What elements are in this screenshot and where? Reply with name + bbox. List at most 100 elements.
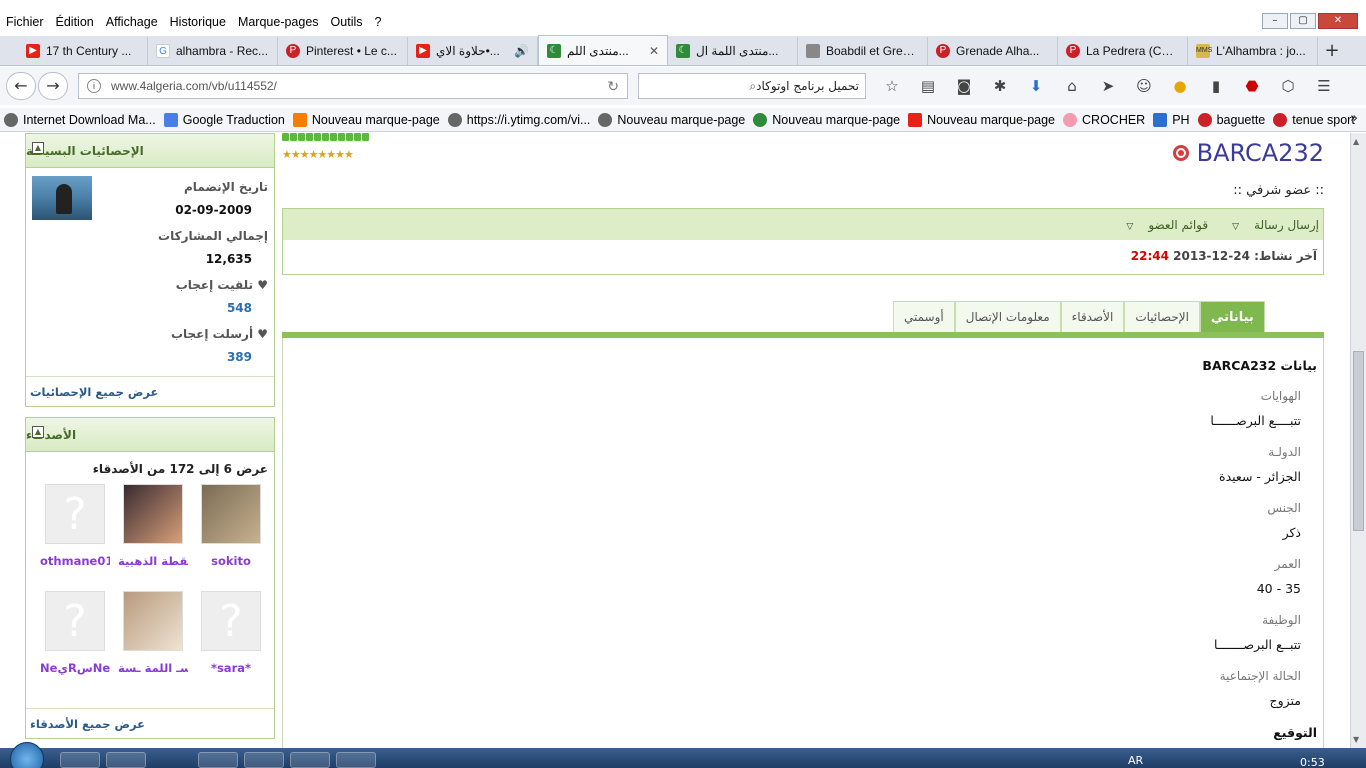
menu-help[interactable]: ? bbox=[375, 15, 382, 29]
placeholder-avatar-icon[interactable]: ? bbox=[45, 484, 105, 544]
scroll-up-icon[interactable]: ▲ bbox=[1353, 137, 1359, 146]
placeholder-avatar-icon[interactable]: ? bbox=[45, 591, 105, 651]
browser-tab[interactable]: MMS L'Alhambra : jo... bbox=[1188, 37, 1318, 65]
globe-icon bbox=[598, 112, 613, 127]
friend-card[interactable]: برنسـ اللمة ـسة bbox=[118, 591, 188, 691]
browser-tab[interactable]: P Pinterest • Le c... bbox=[278, 37, 408, 65]
extension-icon[interactable]: ✱ bbox=[986, 77, 1014, 95]
smiley-icon[interactable]: ☺ bbox=[1130, 77, 1158, 95]
tab-contact-info[interactable]: معلومات الإتصال bbox=[954, 301, 1061, 332]
friend-name[interactable]: *sara* bbox=[196, 661, 266, 691]
back-button[interactable]: ← bbox=[6, 72, 36, 100]
all-friends-link[interactable]: عرض جميع الأصدقاء bbox=[26, 708, 274, 738]
bookmark-item[interactable]: Nouveau marque-page bbox=[598, 112, 745, 127]
friend-avatar[interactable] bbox=[201, 484, 261, 544]
minimize-button[interactable]: – bbox=[1262, 13, 1288, 29]
battery-icon[interactable]: ▮ bbox=[1202, 77, 1230, 95]
color-icon[interactable]: ● bbox=[1166, 77, 1194, 95]
menu-icon[interactable]: ☰ bbox=[1310, 77, 1338, 95]
network-taskbar-icon[interactable] bbox=[198, 752, 238, 768]
reader-icon[interactable]: ▤ bbox=[914, 77, 942, 95]
menu-fichier[interactable]: Fichier bbox=[6, 15, 44, 29]
collapse-icon[interactable]: ▲ bbox=[32, 142, 44, 154]
browser-tab[interactable]: P La Pedrera (Cas... bbox=[1058, 37, 1188, 65]
friend-avatar[interactable] bbox=[123, 591, 183, 651]
bookmark-item[interactable]: CROCHER bbox=[1063, 112, 1145, 127]
mms-icon: MMS bbox=[1196, 44, 1212, 58]
member-lists-menu[interactable]: قوائم العضو▽ bbox=[1114, 218, 1208, 232]
new-tab-button[interactable]: + bbox=[1318, 37, 1346, 65]
close-tab-icon[interactable]: ✕ bbox=[649, 44, 659, 58]
more-bookmarks-icon[interactable]: » bbox=[1350, 111, 1358, 126]
search-icon[interactable]: ⌕ bbox=[749, 79, 756, 94]
browser-tab[interactable]: ☾ منتدى اللمة ال... bbox=[668, 37, 798, 65]
bookmark-item[interactable]: Nouveau marque-page bbox=[292, 112, 440, 127]
page-scrollbar[interactable]: ▲ ▼ bbox=[1350, 133, 1366, 748]
friend-card[interactable]: القطة الذهبية bbox=[118, 484, 188, 584]
tab-statistics[interactable]: الإحصائيات bbox=[1124, 301, 1200, 332]
speaker-icon[interactable]: 🔊 bbox=[514, 44, 529, 58]
adblock-icon[interactable]: ⬣ bbox=[1238, 77, 1266, 95]
start-button[interactable] bbox=[10, 742, 44, 768]
browser-tab[interactable]: Boabdil et Gren... bbox=[798, 37, 928, 65]
search-bar[interactable]: تحميل برنامج اوتوكاد ⌕ bbox=[638, 73, 866, 99]
home-icon[interactable]: ⌂ bbox=[1058, 77, 1086, 95]
menu-historique[interactable]: Historique bbox=[170, 15, 226, 29]
close-window-button[interactable]: ✕ bbox=[1318, 13, 1358, 29]
bookmark-item[interactable]: baguette bbox=[1197, 112, 1265, 127]
friend-name[interactable]: القطة الذهبية bbox=[118, 554, 188, 584]
bookmark-item[interactable]: PH bbox=[1153, 112, 1190, 127]
send-message-menu[interactable]: إرسال رسالة▽ bbox=[1220, 218, 1319, 232]
firefox-taskbar-icon[interactable] bbox=[336, 752, 376, 768]
vlc-taskbar-icon[interactable] bbox=[244, 752, 284, 768]
browser-tab[interactable]: P Grenade Alha... bbox=[928, 37, 1058, 65]
friend-name[interactable]: sokito bbox=[196, 554, 266, 584]
scroll-down-icon[interactable]: ▼ bbox=[1353, 735, 1359, 744]
star-icon[interactable]: ☆ bbox=[878, 77, 906, 95]
reload-icon[interactable]: ↻ bbox=[607, 78, 619, 95]
send-icon[interactable]: ➤ bbox=[1094, 77, 1122, 95]
menu-affichage[interactable]: Affichage bbox=[106, 15, 158, 29]
friend-card[interactable]: ? *sara* bbox=[196, 591, 266, 691]
friend-avatar[interactable] bbox=[123, 484, 183, 544]
friend-card[interactable]: ? othmane01 bbox=[40, 484, 110, 584]
all-stats-link[interactable]: عرض جميع الإحصائيات bbox=[26, 376, 274, 406]
friend-name[interactable]: othmane01 bbox=[40, 554, 110, 584]
menu-outils[interactable]: Outils bbox=[331, 15, 363, 29]
avatar[interactable] bbox=[32, 176, 92, 220]
tab-badges[interactable]: أوسمتي bbox=[893, 301, 955, 332]
friend-card[interactable]: sokito bbox=[196, 484, 266, 584]
browser-tab-active[interactable]: ☾ منتدى اللم... ✕ bbox=[538, 35, 668, 65]
scrollbar-thumb[interactable] bbox=[1353, 351, 1364, 531]
bookmark-item[interactable]: Internet Download Ma... bbox=[4, 112, 156, 127]
explorer-taskbar-icon[interactable] bbox=[60, 752, 100, 768]
bookmark-item[interactable]: Nouveau marque-page bbox=[753, 112, 900, 127]
placeholder-avatar-icon[interactable]: ? bbox=[201, 591, 261, 651]
collapse-icon[interactable]: ▲ bbox=[32, 426, 44, 438]
tab-my-info[interactable]: بياناتي bbox=[1199, 301, 1265, 332]
menu-edition[interactable]: Édition bbox=[56, 15, 94, 29]
maximize-button[interactable]: ▢ bbox=[1290, 13, 1316, 29]
info-icon[interactable]: i bbox=[87, 79, 101, 93]
shield-icon[interactable]: ⬡ bbox=[1274, 77, 1302, 95]
browser-tab[interactable]: ▶ 17 th Century ... bbox=[18, 37, 148, 65]
help-taskbar-icon[interactable] bbox=[106, 752, 146, 768]
forward-button[interactable]: → bbox=[38, 72, 68, 100]
menu-marque-pages[interactable]: Marque-pages bbox=[238, 15, 319, 29]
url-bar[interactable]: i www.4algeria.com/vb/u114552/ ↻ bbox=[78, 73, 628, 99]
clock[interactable]: 0:53 bbox=[1300, 756, 1325, 768]
language-indicator[interactable]: AR bbox=[1128, 754, 1143, 767]
document-taskbar-icon[interactable] bbox=[290, 752, 330, 768]
friend-card[interactable]: ? NeيRسNeي bbox=[40, 591, 110, 691]
friend-name[interactable]: NeيRسNeي bbox=[40, 661, 110, 691]
bookmark-item[interactable]: tenue sport bbox=[1273, 112, 1355, 127]
bookmark-item[interactable]: https://i.ytimg.com/vi... bbox=[447, 112, 590, 127]
bookmark-item[interactable]: Nouveau marque-page bbox=[908, 112, 1055, 127]
pocket-icon[interactable]: ◙ bbox=[950, 77, 978, 95]
browser-tab[interactable]: ▶ حلاوة الاي•... 🔊 bbox=[408, 37, 538, 65]
tab-friends[interactable]: الأصدقاء bbox=[1060, 301, 1125, 332]
download-icon[interactable]: ⬇ bbox=[1022, 77, 1050, 95]
friend-name[interactable]: برنسـ اللمة ـسة bbox=[118, 661, 188, 691]
bookmark-item[interactable]: Google Traduction bbox=[163, 112, 285, 127]
browser-tab[interactable]: Galhambra - Rec... bbox=[148, 37, 278, 65]
